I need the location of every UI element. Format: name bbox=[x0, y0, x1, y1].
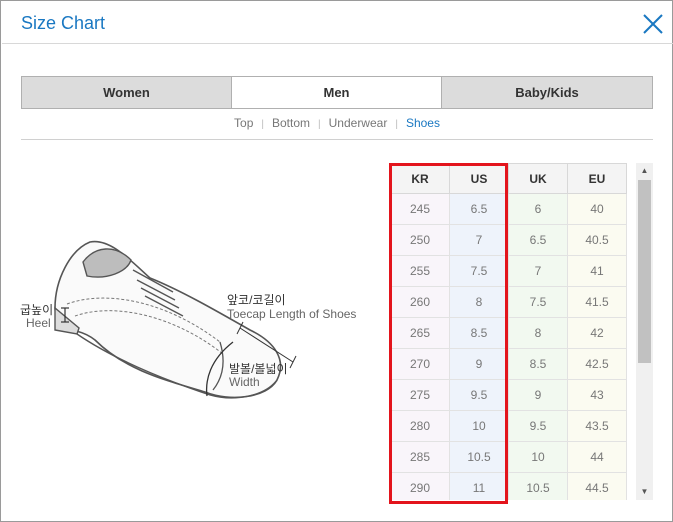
size-cell-uk: 8.5 bbox=[508, 348, 568, 380]
size-cell-eu: 42.5 bbox=[567, 348, 627, 380]
size-cell-kr: 280 bbox=[390, 410, 450, 442]
tab-men[interactable]: Men bbox=[231, 76, 442, 109]
size-cell-eu: 44 bbox=[567, 441, 627, 473]
scrollbar-thumb[interactable] bbox=[638, 180, 651, 363]
size-cell-kr: 265 bbox=[390, 317, 450, 349]
size-cell-us: 9 bbox=[449, 348, 509, 380]
size-cell-us: 7 bbox=[449, 224, 509, 256]
size-cell-uk: 9 bbox=[508, 379, 568, 411]
table-row: 270 9 8.5 42.5 bbox=[390, 348, 627, 380]
size-cell-uk: 6 bbox=[508, 193, 568, 225]
size-cell-us: 8.5 bbox=[449, 317, 509, 349]
subnav-separator: | bbox=[318, 119, 321, 130]
close-button[interactable] bbox=[641, 12, 665, 36]
size-cell-eu: 44.5 bbox=[567, 472, 627, 500]
table-row: 280 10 9.5 43.5 bbox=[390, 410, 627, 442]
size-table: KR US UK EU 245 6.5 6 40 250 7 6.5 40.5 255 7.5 7 4… bbox=[390, 163, 627, 500]
dialog-title: Size Chart bbox=[21, 13, 106, 33]
size-cell-us: 10.5 bbox=[449, 441, 509, 473]
size-cell-eu: 41.5 bbox=[567, 286, 627, 318]
subnav-divider bbox=[21, 139, 653, 140]
size-cell-uk: 9.5 bbox=[508, 410, 568, 442]
size-cell-uk: 7 bbox=[508, 255, 568, 287]
toecap-label-ko: 앞코/코길이 bbox=[227, 293, 286, 307]
table-row: 255 7.5 7 41 bbox=[390, 255, 627, 287]
size-cell-uk: 6.5 bbox=[508, 224, 568, 256]
scrollbar[interactable]: ▲ ▼ bbox=[636, 163, 653, 500]
size-cell-kr: 260 bbox=[390, 286, 450, 318]
width-label-en: Width bbox=[229, 375, 260, 389]
table-row: 275 9.5 9 43 bbox=[390, 379, 627, 411]
column-header-uk: UK bbox=[508, 163, 568, 194]
size-cell-kr: 275 bbox=[390, 379, 450, 411]
column-header-eu: EU bbox=[567, 163, 627, 194]
size-cell-us: 11 bbox=[449, 472, 509, 500]
heel-label-en: Heel bbox=[26, 316, 51, 330]
size-cell-us: 9.5 bbox=[449, 379, 509, 411]
column-header-kr: KR bbox=[390, 163, 450, 194]
close-icon bbox=[643, 14, 663, 34]
table-row: 290 11 10.5 44.5 bbox=[390, 472, 627, 500]
size-cell-eu: 40.5 bbox=[567, 224, 627, 256]
table-row: 245 6.5 6 40 bbox=[390, 193, 627, 225]
size-cell-us: 10 bbox=[449, 410, 509, 442]
table-row: 260 8 7.5 41.5 bbox=[390, 286, 627, 318]
table-row: 285 10.5 10 44 bbox=[390, 441, 627, 473]
size-cell-eu: 43 bbox=[567, 379, 627, 411]
subnav-item-top[interactable]: Top bbox=[234, 116, 253, 130]
size-cell-kr: 250 bbox=[390, 224, 450, 256]
category-subnav: Top | Bottom | Underwear | Shoes bbox=[21, 116, 653, 134]
size-cell-kr: 270 bbox=[390, 348, 450, 380]
table-row: 250 7 6.5 40.5 bbox=[390, 224, 627, 256]
subnav-separator: | bbox=[261, 119, 264, 130]
toecap-label-en: Toecap Length of Shoes bbox=[227, 307, 357, 321]
size-cell-eu: 43.5 bbox=[567, 410, 627, 442]
size-cell-uk: 10.5 bbox=[508, 472, 568, 500]
tab-women[interactable]: Women bbox=[21, 76, 232, 109]
size-cell-kr: 255 bbox=[390, 255, 450, 287]
table-row: 265 8.5 8 42 bbox=[390, 317, 627, 349]
subnav-item-underwear[interactable]: Underwear bbox=[329, 116, 388, 130]
gender-tabs: Women Baby/Kids Men bbox=[21, 76, 653, 109]
size-cell-kr: 245 bbox=[390, 193, 450, 225]
size-cell-us: 6.5 bbox=[449, 193, 509, 225]
size-cell-uk: 8 bbox=[508, 317, 568, 349]
tabs-divider bbox=[21, 108, 653, 109]
size-cell-kr: 285 bbox=[390, 441, 450, 473]
scroll-up-arrow-icon[interactable]: ▲ bbox=[636, 163, 653, 179]
size-cell-us: 7.5 bbox=[449, 255, 509, 287]
dialog-header: Size Chart bbox=[2, 2, 673, 44]
subnav-separator: | bbox=[395, 119, 398, 130]
size-cell-kr: 290 bbox=[390, 472, 450, 500]
size-cell-uk: 7.5 bbox=[508, 286, 568, 318]
size-cell-uk: 10 bbox=[508, 441, 568, 473]
subnav-item-shoes[interactable]: Shoes bbox=[406, 116, 440, 130]
size-cell-us: 8 bbox=[449, 286, 509, 318]
size-table-body: 245 6.5 6 40 250 7 6.5 40.5 255 7.5 7 41 260 8 7.5 41.5… bbox=[390, 193, 627, 500]
table-header-row: KR US UK EU bbox=[390, 163, 627, 194]
subnav-item-bottom[interactable]: Bottom bbox=[272, 116, 310, 130]
size-cell-eu: 41 bbox=[567, 255, 627, 287]
scroll-down-arrow-icon[interactable]: ▼ bbox=[636, 484, 653, 500]
tab-baby-kids[interactable]: Baby/Kids bbox=[441, 76, 653, 109]
column-header-us: US bbox=[449, 163, 509, 194]
size-table-container[interactable]: KR US UK EU 245 6.5 6 40 250 7 6.5 40.5 255 7.5 7 4… bbox=[390, 163, 636, 500]
size-cell-eu: 40 bbox=[567, 193, 627, 225]
size-cell-eu: 42 bbox=[567, 317, 627, 349]
